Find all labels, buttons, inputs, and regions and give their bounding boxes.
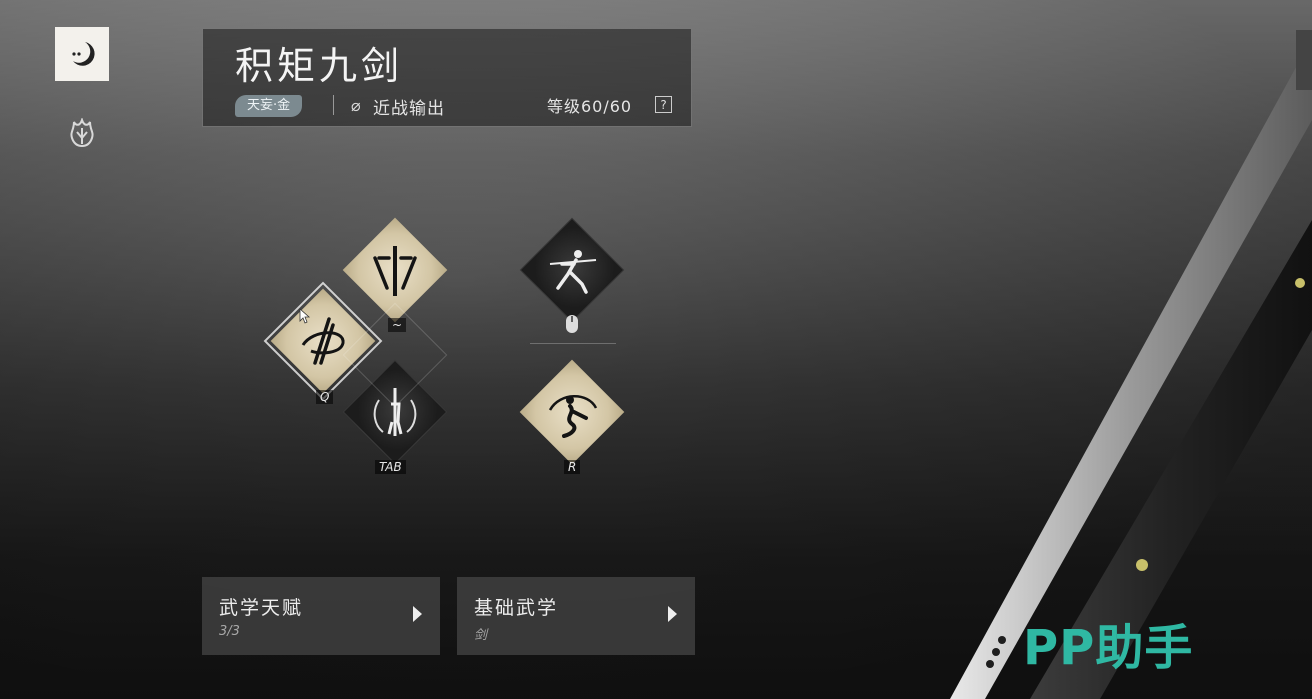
whirl-figure-icon [548, 395, 598, 438]
help-button[interactable]: ? [655, 96, 672, 113]
talent-card[interactable]: 武学天赋 3/3 [202, 577, 440, 655]
skill-r[interactable] [519, 359, 625, 465]
lunging-figure-icon [549, 250, 597, 294]
skill-q-key: Q [316, 390, 334, 404]
talent-card-title: 武学天赋 [219, 597, 304, 619]
basic-martial-card-title: 基础武学 [474, 597, 559, 619]
header-divider [333, 95, 334, 115]
basic-martial-card[interactable]: 基础武学 剑 [457, 577, 695, 655]
skill-separator [530, 343, 616, 344]
crescent-icon [72, 42, 95, 66]
skill-mouse[interactable] [519, 217, 625, 323]
talent-card-subtitle: 3/3 [219, 624, 240, 639]
mouse-icon [566, 315, 578, 333]
element-badge: 天妄·金 [235, 95, 303, 117]
chevron-right-icon [413, 606, 422, 622]
combat-style: 近战输出 [373, 99, 445, 119]
skill-r-key: R [564, 460, 581, 474]
sword-fan-icon [373, 246, 417, 296]
slash-circle-icon: ⌀ [351, 96, 361, 115]
skill-set-title: 积矩九剑 [235, 44, 404, 88]
skill-set-header: 积矩九剑 天妄·金 ⌀ 近战输出 等级60/60 ? [202, 28, 692, 127]
flame-crest-icon[interactable] [68, 118, 96, 148]
level-text: 等级60/60 [547, 97, 633, 116]
watermark: PP助手 [1023, 620, 1194, 676]
skill-tab-icon[interactable] [55, 27, 109, 81]
chevron-right-icon [668, 606, 677, 622]
basic-martial-card-subtitle: 剑 [474, 628, 488, 643]
cursor-icon [299, 308, 311, 324]
skill-tab-key: TAB [375, 460, 406, 474]
